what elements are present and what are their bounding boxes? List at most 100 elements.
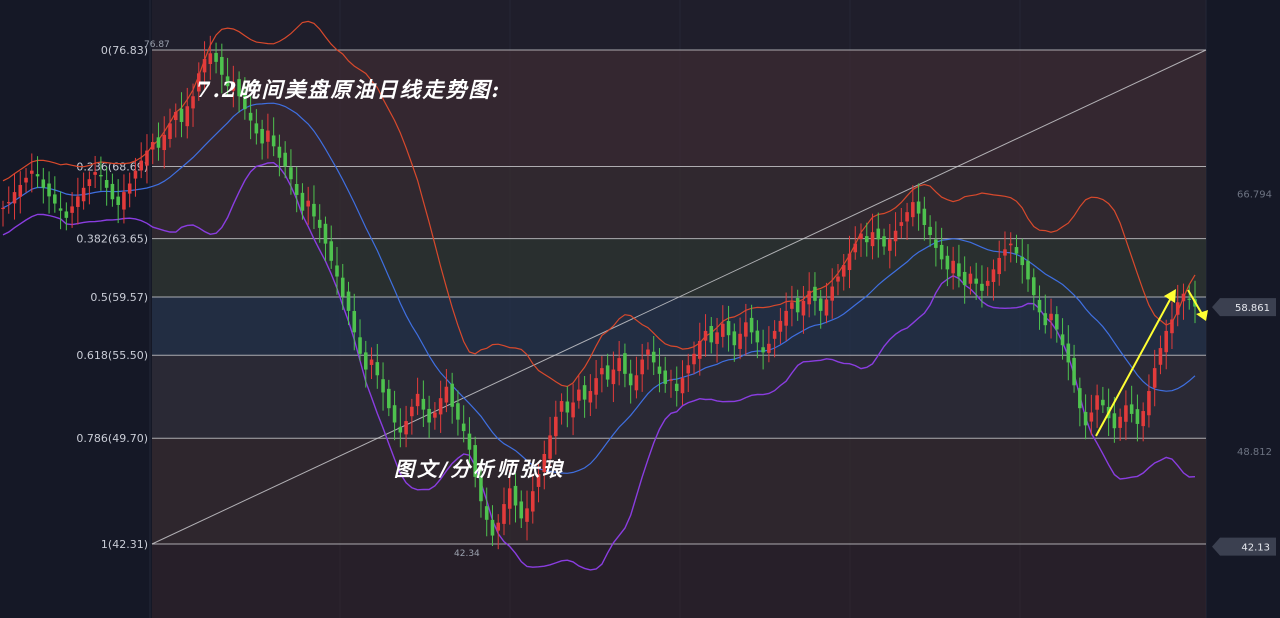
candle-body-49 [283,152,287,167]
candle-body-198 [1141,411,1145,427]
candle-body-126 [726,321,731,336]
candle-body-184 [1060,334,1065,346]
candle-body-153 [882,236,886,247]
price-tag-3: 42.13 [1241,543,1270,554]
candle-body-199 [1147,391,1151,416]
candle-body-125 [721,323,725,337]
price-axis-label-2: 48.812 [1237,447,1272,458]
candle-body-89 [513,485,518,506]
candle-body-159 [916,201,921,214]
candle-body-113 [651,351,656,363]
candle-body-91 [525,508,529,522]
candle-body-92 [530,491,535,512]
candle-body-190 [1095,395,1099,410]
candle-body-21 [122,192,126,210]
fib-label-2: 0.382(63.65) [76,233,148,246]
candle-body-65 [375,362,380,376]
candle-body-3 [18,184,23,197]
candle-body-170 [980,283,984,291]
candle-body-155 [893,230,898,242]
candle-body-123 [709,325,714,343]
fib-zone-4 [152,355,1206,439]
candle-body-179 [1031,277,1036,296]
candle-body-6 [35,174,40,177]
candle-body-112 [646,349,650,355]
candle-body-108 [623,353,627,374]
candle-body-144 [830,286,835,301]
candle-body-163 [939,244,944,260]
candle-body-116 [669,379,673,381]
candle-body-10 [58,208,63,211]
fib-label-4: 0.618(55.50) [76,349,148,362]
fib-zone-2 [152,238,1206,297]
candle-body-145 [836,276,840,282]
candle-body-88 [507,488,512,509]
candle-body-132 [761,347,765,353]
candle-body-72 [415,393,420,407]
candle-body-183 [1055,314,1059,330]
candle-body-169 [974,278,978,284]
candle-body-19 [110,183,115,200]
candle-body-162 [934,239,938,248]
candle-body-104 [600,368,604,375]
candle-body-38 [220,56,224,75]
candle-body-150 [864,236,869,243]
candle-body-109 [628,373,633,386]
candle-body-203 [1170,319,1174,334]
candle-body-54 [312,203,316,217]
candle-body-121 [697,340,702,359]
candle-body-101 [582,385,587,400]
high-price-note: 76.87 [144,40,170,50]
candle-body-17 [99,175,103,177]
candle-body-58 [335,265,339,277]
candle-body-174 [1003,249,1007,256]
candle-body-156 [899,222,904,226]
candle-body-181 [1043,313,1048,326]
candle-body-44 [254,123,259,134]
candle-body-13 [76,196,80,207]
candle-body-196 [1129,404,1134,414]
candle-body-85 [490,519,495,536]
candle-body-75 [433,412,437,418]
candle-body-98 [565,401,570,413]
candle-body-204 [1175,302,1180,315]
candle-body-50 [289,167,293,180]
candle-body-194 [1118,416,1122,428]
candle-body-30 [173,111,178,121]
candle-body-193 [1112,413,1117,429]
candle-body-185 [1066,343,1071,363]
candle-body-157 [905,212,909,222]
candle-body-180 [1037,299,1042,313]
candle-body-31 [179,108,184,122]
fib-zone-above [152,0,1206,50]
candle-body-197 [1135,409,1140,424]
candle-body-51 [294,183,299,195]
candle-body-114 [657,366,662,374]
candle-body-160 [922,208,927,226]
candle-body-195 [1124,405,1128,422]
candle-body-172 [991,269,996,282]
candle-body-178 [1026,260,1030,280]
candle-body-166 [957,263,961,277]
candle-body-1 [6,202,11,204]
candle-body-107 [617,358,621,372]
candle-body-151 [870,232,875,247]
candlestick-chart[interactable]: 0(76.83) 0.236(68.69) 0.382(63.65) 0.5(59.5… [0,0,1280,618]
candle-body-187 [1078,388,1082,409]
candle-body-79 [456,403,460,420]
candle-body-25 [145,150,149,166]
candle-body-87 [502,504,506,524]
candle-body-149 [859,233,863,240]
candle-body-7 [41,179,46,188]
candle-body-134 [772,330,777,339]
candle-body-106 [611,369,616,385]
candle-body-73 [421,398,426,410]
candle-body-66 [381,379,385,393]
fib-label-0: 0(76.83) [101,44,148,57]
candle-body-24 [139,160,143,171]
candle-body-45 [260,128,264,144]
candle-body-152 [876,228,881,240]
candle-body-118 [680,378,685,394]
candle-body-26 [150,142,155,150]
candle-body-64 [369,359,374,365]
